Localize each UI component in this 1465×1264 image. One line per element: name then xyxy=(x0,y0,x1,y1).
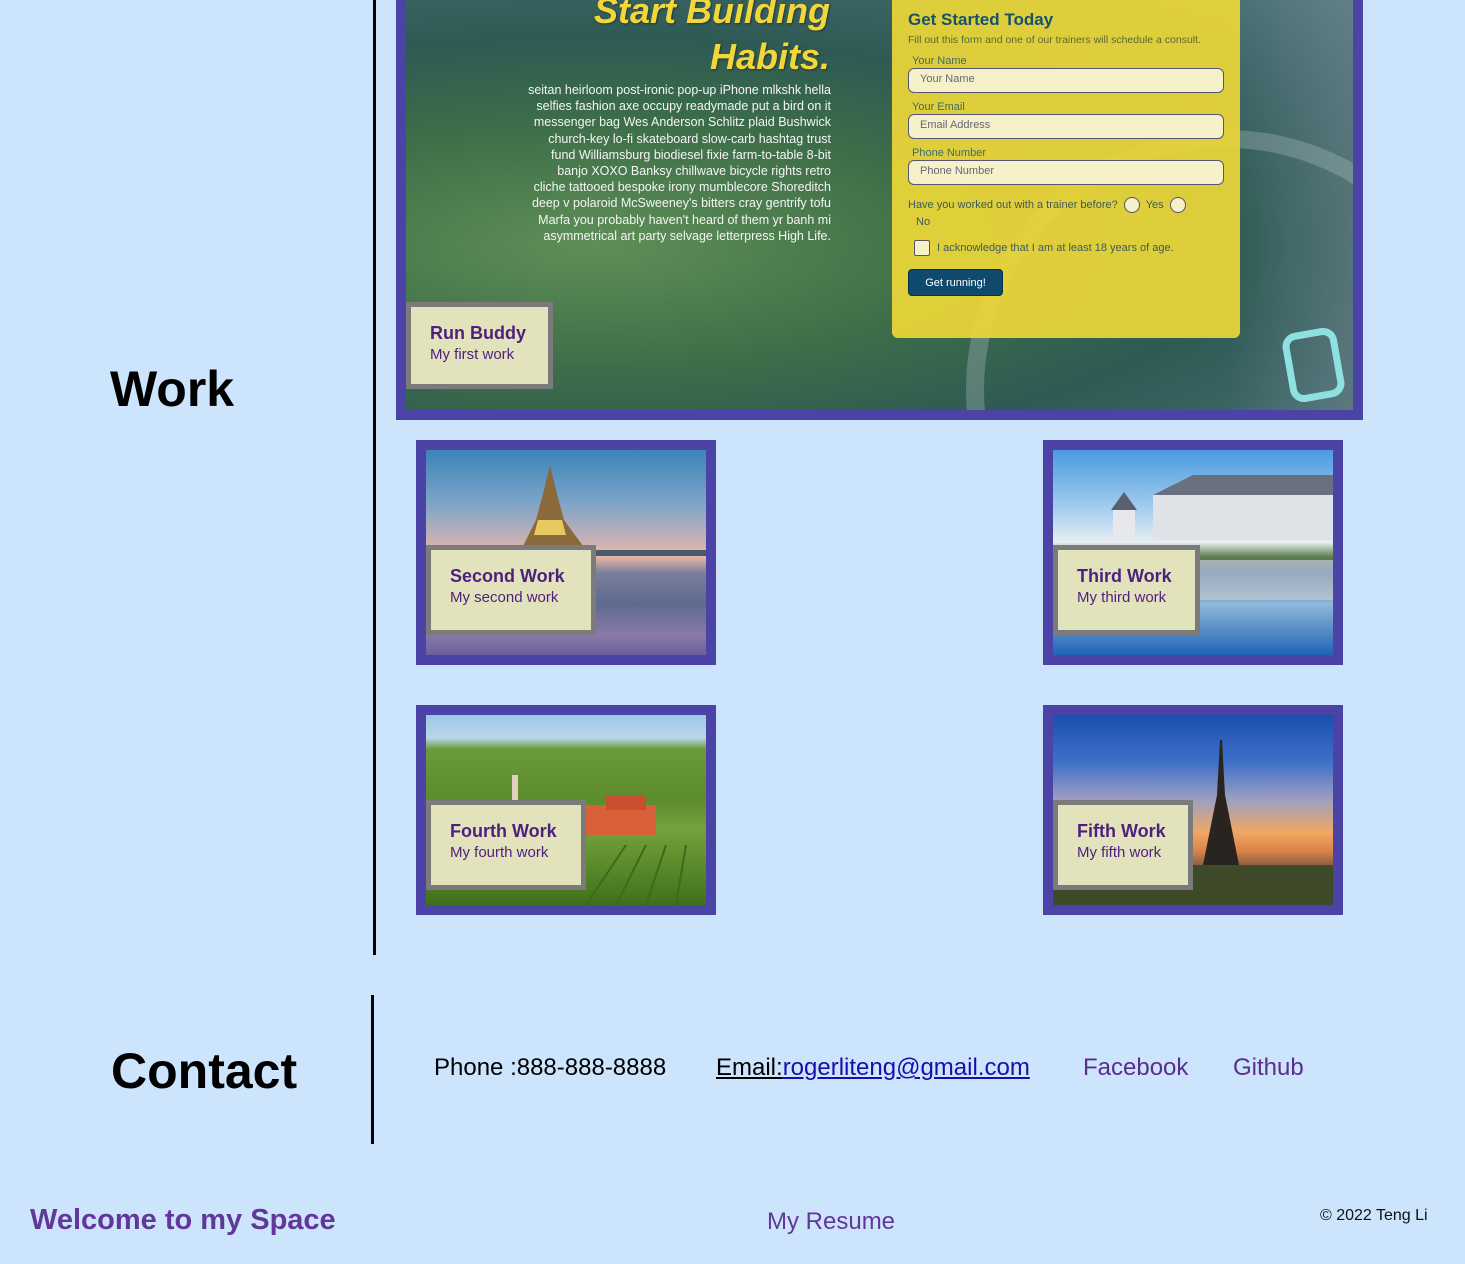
project-caption: Third Work My third work xyxy=(1053,545,1200,635)
email-input[interactable]: Email Address xyxy=(908,114,1224,139)
project-caption: Fourth Work My fourth work xyxy=(426,800,586,890)
github-link[interactable]: Github xyxy=(1233,1054,1304,1082)
get-running-button[interactable]: Get running! xyxy=(908,269,1003,296)
yes-radio[interactable] xyxy=(1123,197,1140,213)
no-label: No xyxy=(916,216,931,228)
age-ack-label: I acknowledge that I am at least 18 year… xyxy=(937,242,1174,254)
project-third-work[interactable]: Third Work My third work xyxy=(1043,440,1343,665)
project-caption: Fifth Work My fifth work xyxy=(1053,800,1193,890)
email-label: Your Email xyxy=(912,101,965,113)
caption-title: Fifth Work xyxy=(1077,821,1166,841)
caption-title: Third Work xyxy=(1077,566,1172,586)
email-contact: Email:rogerliteng@gmail.com xyxy=(716,1054,1030,1082)
caption-title: Run Buddy xyxy=(430,323,526,343)
contact-divider xyxy=(371,995,374,1144)
mont-saint-michel-image: Second Work My second work xyxy=(426,450,706,655)
caption-subtitle: My fifth work xyxy=(1077,844,1162,861)
footer-brand: Welcome to my Space xyxy=(30,1204,336,1236)
name-label: Your Name xyxy=(912,55,967,67)
chateau-image: Third Work My third work xyxy=(1053,450,1333,655)
caption-subtitle: My third work xyxy=(1077,589,1167,606)
wristband-graphic xyxy=(1280,325,1347,405)
trainer-question: Have you worked out with a trainer befor… xyxy=(908,199,1118,211)
phone-input[interactable]: Phone Number xyxy=(908,160,1224,185)
caption-subtitle: My first work xyxy=(430,346,515,363)
project-caption: Second Work My second work xyxy=(426,545,596,635)
vineyard-image: Fourth Work My fourth work xyxy=(426,715,706,905)
work-heading: Work xyxy=(110,361,235,417)
caption-title: Second Work xyxy=(450,566,565,586)
caption-subtitle: My second work xyxy=(450,589,559,606)
email-prefix: Email: xyxy=(716,1054,783,1081)
copyright: © 2022 Teng Li xyxy=(1320,1207,1428,1224)
project-caption: Run Buddy My first work xyxy=(406,302,553,389)
hero-body-text: seitan heirloom post-ironic pop-up iPhon… xyxy=(528,83,831,243)
contact-heading: Contact xyxy=(111,1043,298,1099)
no-radio[interactable] xyxy=(1169,197,1186,213)
resume-link[interactable]: My Resume xyxy=(767,1208,895,1236)
age-checkbox[interactable] xyxy=(914,240,930,256)
run-buddy-screenshot: Start Building Habits. seitan heirloom p… xyxy=(406,0,1353,410)
project-run-buddy[interactable]: Start Building Habits. seitan heirloom p… xyxy=(396,0,1363,420)
project-fourth-work[interactable]: Fourth Work My fourth work xyxy=(416,705,716,915)
trainer-question-row: Have you worked out with a trainer befor… xyxy=(908,197,1224,213)
email-link[interactable]: rogerliteng@gmail.com xyxy=(783,1054,1030,1081)
name-input[interactable]: Your Name xyxy=(908,68,1224,93)
form-subtitle: Fill out this form and one of our traine… xyxy=(908,34,1201,46)
work-divider xyxy=(373,0,376,955)
phone-link[interactable]: Phone :888-888-8888 xyxy=(434,1054,666,1082)
caption-title: Fourth Work xyxy=(450,821,557,841)
yes-label: Yes xyxy=(1145,199,1164,211)
caption-subtitle: My fourth work xyxy=(450,844,549,861)
project-second-work[interactable]: Second Work My second work xyxy=(416,440,716,665)
hero-title: Start Building Habits. xyxy=(594,0,830,77)
signup-form: Get Started Today Fill out this form and… xyxy=(892,0,1240,338)
project-fifth-work[interactable]: Fifth Work My fifth work xyxy=(1043,705,1343,915)
eiffel-tower-image: Fifth Work My fifth work xyxy=(1053,715,1333,905)
phone-label: Phone Number xyxy=(912,147,986,159)
age-ack-row: I acknowledge that I am at least 18 year… xyxy=(914,240,1224,256)
form-heading: Get Started Today xyxy=(908,10,1054,29)
facebook-link[interactable]: Facebook xyxy=(1083,1054,1188,1082)
